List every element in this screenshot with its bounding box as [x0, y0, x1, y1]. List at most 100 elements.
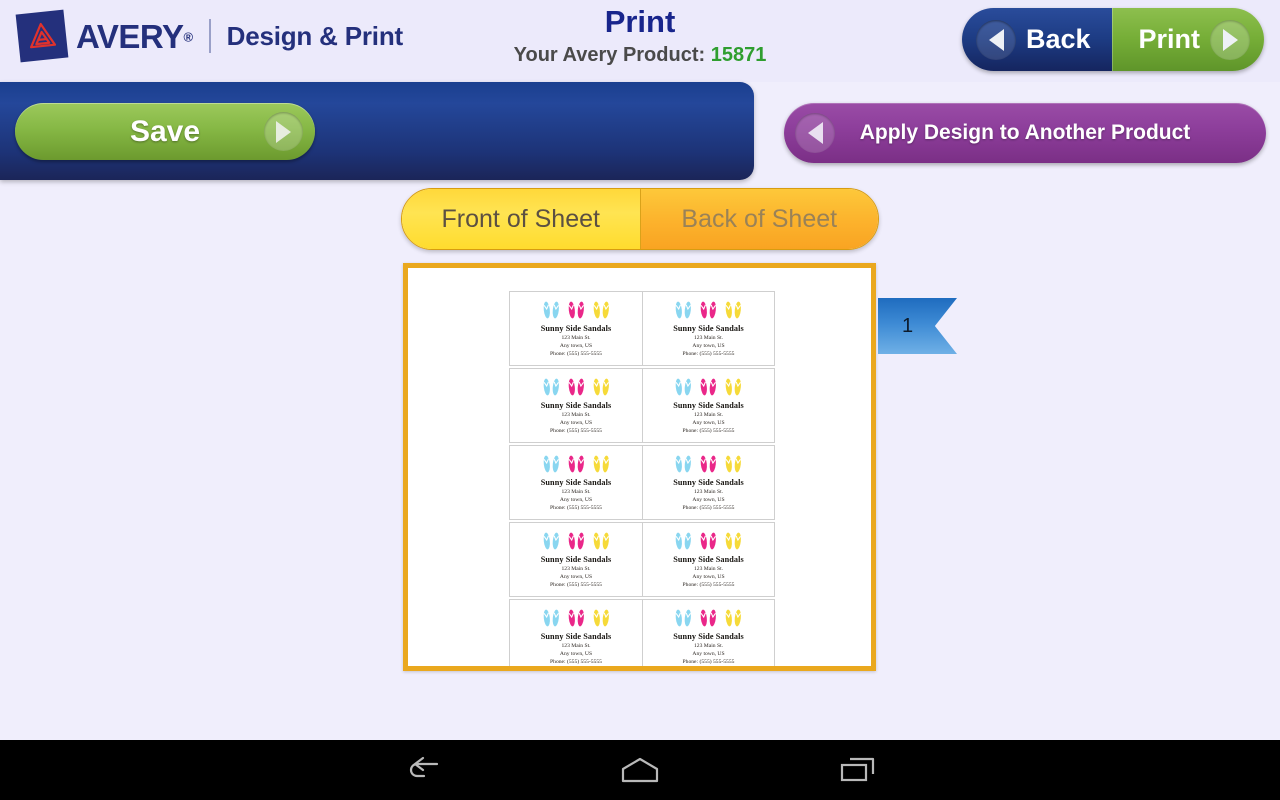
flip-flop-pair-icon — [568, 301, 584, 319]
app-header: AVERY® Design & Print Print Your Avery P… — [0, 0, 1280, 82]
flip-flop-pair-icon — [593, 378, 609, 396]
label-card[interactable]: Sunny Side Sandals 123 Main St. Any town, … — [642, 522, 775, 597]
brand-divider — [208, 19, 211, 53]
flip-flop-pair-icon — [700, 455, 716, 473]
product-prefix-label: Your Avery Product: — [513, 43, 706, 66]
flip-flop-pair-icon — [543, 455, 559, 473]
triangle-right-icon — [1210, 19, 1250, 60]
label-contact-block: 123 Main St. Any town, US Phone: (555) 555… — [683, 335, 735, 359]
back-button-label: Back — [1026, 24, 1091, 54]
label-contact-block: 123 Main St. Any town, US Phone: (555) 555… — [683, 412, 735, 436]
flip-flop-pair-icon — [593, 532, 609, 550]
label-card[interactable]: Sunny Side Sandals 123 Main St. Any town, … — [642, 445, 775, 520]
label-address-line1: 123 Main St. — [693, 566, 724, 572]
avery-logo-icon — [15, 9, 69, 63]
label-address-line1: 123 Main St. — [561, 335, 591, 341]
flip-flop-pair-icon — [675, 301, 691, 319]
flip-flops-icon — [541, 376, 612, 397]
back-button[interactable]: Back — [962, 8, 1112, 71]
label-contact-block: 123 Main St. Any town, US Phone: (555) 555… — [550, 412, 602, 436]
tab-front-of-sheet[interactable]: Front of Sheet — [402, 189, 641, 249]
label-address-line2: Any town, US — [692, 496, 725, 503]
label-phone: Phone: (555) 555-5555 — [682, 504, 735, 511]
flip-flop-pair-icon — [593, 455, 609, 473]
flip-flops-icon — [673, 607, 744, 628]
label-contact-block: 123 Main St. Any town, US Phone: (555) 555… — [550, 566, 602, 590]
label-phone: Phone: (555) 555-5555 — [682, 427, 735, 434]
label-contact-block: 123 Main St. Any town, US Phone: (555) 555… — [550, 489, 602, 513]
label-card[interactable]: Sunny Side Sandals 123 Main St. Any town, … — [509, 291, 642, 366]
label-contact-block: 123 Main St. Any town, US Phone: (555) 555… — [683, 566, 735, 590]
label-address-line2: Any town, US — [692, 650, 725, 657]
label-phone: Phone: (555) 555-5555 — [550, 581, 602, 588]
flip-flop-pair-icon — [700, 609, 716, 627]
label-phone: Phone: (555) 555-5555 — [550, 658, 602, 665]
flip-flop-pair-icon — [700, 301, 716, 319]
sheet-preview[interactable]: Sunny Side Sandals 123 Main St. Any town, … — [403, 263, 876, 671]
label-address-line2: Any town, US — [559, 573, 593, 580]
flip-flops-icon — [673, 376, 744, 397]
label-card[interactable]: Sunny Side Sandals 123 Main St. Any town, … — [509, 522, 642, 597]
label-card[interactable]: Sunny Side Sandals 123 Main St. Any town, … — [642, 599, 775, 666]
flip-flop-pair-icon — [725, 609, 741, 627]
flip-flops-icon — [541, 453, 612, 474]
label-phone: Phone: (555) 555-5555 — [550, 504, 602, 511]
brand-subtitle: Design & Print — [226, 20, 404, 51]
flip-flop-pair-icon — [700, 378, 716, 396]
label-address-line1: 123 Main St. — [561, 489, 591, 495]
label-card[interactable]: Sunny Side Sandals 123 Main St. Any town, … — [642, 291, 775, 366]
label-card[interactable]: Sunny Side Sandals 123 Main St. Any town, … — [509, 368, 642, 443]
label-address-line1: 123 Main St. — [693, 643, 724, 649]
print-button-label: Print — [1138, 24, 1200, 54]
home-icon[interactable] — [580, 740, 700, 800]
flip-flops-icon — [541, 530, 612, 551]
label-business-name: Sunny Side Sandals — [540, 555, 612, 564]
page-number-ribbon[interactable]: 1 — [878, 298, 957, 354]
header-button-group: Back Print — [962, 8, 1264, 71]
flip-flop-pair-icon — [725, 378, 741, 396]
flip-flop-pair-icon — [675, 378, 691, 396]
label-address-line1: 123 Main St. — [561, 412, 591, 418]
flip-flop-pair-icon — [725, 455, 741, 473]
page-number: 1 — [902, 314, 914, 337]
label-business-name: Sunny Side Sandals — [673, 555, 744, 564]
flip-flop-pair-icon — [543, 378, 559, 396]
flip-flop-pair-icon — [543, 532, 559, 550]
label-business-name: Sunny Side Sandals — [540, 478, 612, 487]
sheet-side-tabs: Front of Sheet Back of Sheet — [401, 188, 879, 250]
label-address-line2: Any town, US — [559, 419, 593, 426]
label-phone: Phone: (555) 555-5555 — [550, 427, 602, 434]
label-business-name: Sunny Side Sandals — [673, 632, 744, 641]
label-business-name: Sunny Side Sandals — [540, 401, 612, 410]
label-business-name: Sunny Side Sandals — [673, 401, 744, 410]
print-button[interactable]: Print — [1112, 8, 1264, 71]
tab-back-of-sheet[interactable]: Back of Sheet — [640, 189, 878, 249]
label-contact-block: 123 Main St. Any town, US Phone: (555) 555… — [550, 643, 602, 666]
triangle-left-icon — [795, 113, 835, 153]
flip-flop-pair-icon — [725, 301, 741, 319]
label-contact-block: 123 Main St. Any town, US Phone: (555) 555… — [550, 335, 602, 359]
back-arrow-icon[interactable] — [363, 740, 483, 800]
brand-registered-mark: ® — [183, 29, 194, 45]
tab-back-of-sheet-label: Back of Sheet — [681, 204, 838, 233]
android-navigation-bar — [0, 740, 1280, 800]
recent-apps-icon[interactable] — [797, 740, 917, 800]
label-card[interactable]: Sunny Side Sandals 123 Main St. Any town, … — [509, 599, 642, 666]
label-business-name: Sunny Side Sandals — [540, 324, 612, 333]
label-address-line1: 123 Main St. — [561, 566, 591, 572]
flip-flop-pair-icon — [568, 455, 584, 473]
save-button[interactable]: Save — [15, 103, 315, 160]
label-phone: Phone: (555) 555-5555 — [682, 581, 735, 588]
brand: AVERY® Design & Print — [15, 9, 404, 63]
label-phone: Phone: (555) 555-5555 — [550, 350, 602, 357]
label-card[interactable]: Sunny Side Sandals 123 Main St. Any town, … — [509, 445, 642, 520]
product-code: 15871 — [710, 43, 767, 66]
print-screen: AVERY® Design & Print Print Your Avery P… — [0, 0, 1280, 800]
label-address-line2: Any town, US — [559, 496, 593, 503]
label-address-line1: 123 Main St. — [561, 643, 591, 649]
apply-design-button[interactable]: Apply Design to Another Product — [784, 103, 1266, 163]
brand-wordmark: AVERY® — [76, 20, 193, 53]
flip-flop-pair-icon — [593, 609, 609, 627]
triangle-left-icon — [976, 19, 1016, 60]
label-card[interactable]: Sunny Side Sandals 123 Main St. Any town, … — [642, 368, 775, 443]
